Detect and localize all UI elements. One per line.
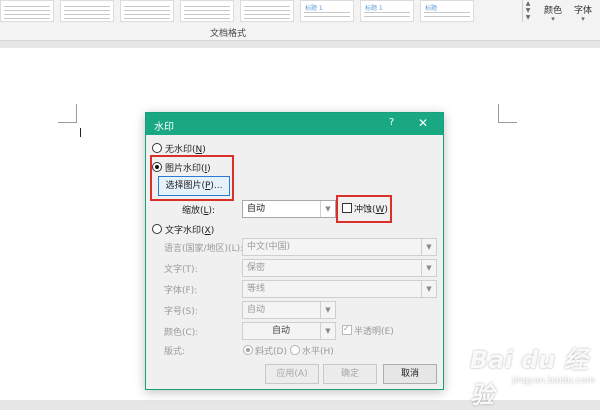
style-thumbnail[interactable]: 标题 1 [360, 0, 414, 22]
scale-label: 缩放(L): [182, 206, 216, 216]
color-dropdown[interactable]: 自动 ▼ [242, 322, 336, 340]
style-thumbnail[interactable] [240, 0, 294, 22]
chevron-down-icon: ▼ [320, 201, 335, 217]
crop-mark [58, 104, 77, 123]
chevron-down-icon: ▼ [421, 260, 436, 276]
style-thumbnail[interactable] [180, 0, 234, 22]
ribbon: 标题 1 标题 1 标题 ▲ ▼ ▼ 颜色 ▾ 字体 ▾ 文档格式 [0, 0, 600, 41]
chevron-down-icon: ▾ [581, 15, 585, 23]
chevron-down-icon: ▼ [421, 281, 436, 297]
colors-button[interactable]: 颜色 ▾ [538, 0, 568, 24]
chevron-down-icon: ▼ [421, 239, 436, 255]
layout-label: 版式: [164, 347, 186, 357]
watermark-dialog: 水印 ? ✕ 无水印(N) 图片水印(I) 选择图片(P)... 缩放(L): … [145, 112, 444, 390]
style-thumbnail[interactable] [120, 0, 174, 22]
cancel-button[interactable]: 取消 [383, 364, 437, 384]
chevron-up-icon: ▲ [525, 0, 531, 7]
help-icon[interactable]: ? [389, 117, 394, 128]
semi-transparent-label: 半透明(E) [354, 327, 394, 337]
style-thumbnail-heading: 标题 1 [305, 5, 323, 12]
horizontal-label: 水平(H) [302, 347, 334, 357]
diagonal-label: 斜式(D) [255, 347, 287, 357]
washout-label[interactable]: 冲蚀(W) [354, 202, 388, 215]
text-watermark-label[interactable]: 文字水印(X) [165, 223, 214, 236]
ok-button[interactable]: 确定 [323, 364, 377, 384]
chevron-down-icon: ▼ [320, 302, 335, 318]
size-value: 自动 [247, 305, 266, 315]
size-label: 字号(S): [164, 307, 198, 317]
color-label: 颜色(C): [164, 328, 199, 338]
style-thumbnail[interactable] [60, 0, 114, 22]
style-thumbnail[interactable]: 标题 [420, 0, 474, 22]
style-thumbnail[interactable] [0, 0, 54, 22]
text-label: 文字(T): [164, 265, 198, 275]
language-value: 中文(中国) [247, 242, 291, 252]
no-watermark-label[interactable]: 无水印(N) [165, 142, 206, 155]
apply-button[interactable]: 应用(A) [265, 364, 319, 384]
horizontal-radio[interactable] [290, 345, 300, 355]
style-thumbnail[interactable]: 标题 1 [300, 0, 354, 22]
style-thumbnail-heading: 标题 1 [365, 5, 383, 12]
font-value: 等线 [247, 284, 266, 294]
fonts-button[interactable]: 字体 ▾ [568, 0, 598, 24]
chevron-down-icon: ▼ [525, 7, 531, 14]
chevron-down-icon: ▼ [320, 323, 335, 339]
language-dropdown[interactable]: 中文(中国) ▼ [242, 238, 437, 256]
dialog-titlebar[interactable]: 水印 ? ✕ [146, 113, 443, 135]
scale-dropdown[interactable]: 自动 ▼ [242, 200, 336, 218]
gallery-scroll[interactable]: ▲ ▼ ▼ [522, 0, 533, 22]
crop-mark [498, 104, 517, 123]
size-dropdown[interactable]: 自动 ▼ [242, 301, 336, 319]
style-gallery: 标题 1 标题 1 标题 [0, 0, 520, 22]
baidu-jingyan-watermark: Bai du 经验 jingyan.baidu.com [470, 340, 596, 409]
washout-checkbox[interactable] [342, 203, 352, 213]
color-value: 自动 [271, 326, 290, 336]
chevron-down-icon: ▾ [551, 15, 555, 23]
language-label: 语言(国家/地区)(L): [164, 244, 244, 254]
more-icon: ▼ [525, 14, 531, 21]
style-thumbnail-heading: 标题 [425, 5, 438, 12]
semi-transparent-checkbox[interactable]: ✓ [342, 324, 352, 335]
diagonal-radio[interactable] [243, 345, 253, 355]
highlight-box-picture [150, 155, 234, 201]
text-cursor [80, 128, 81, 137]
checkmark-icon: ✓ [343, 324, 350, 333]
dialog-title: 水印 [154, 122, 174, 133]
text-value: 保密 [247, 263, 266, 273]
close-icon[interactable]: ✕ [418, 116, 428, 130]
text-watermark-radio[interactable] [152, 224, 162, 234]
group-label-document-formatting: 文档格式 [210, 29, 247, 39]
no-watermark-radio[interactable] [152, 143, 162, 153]
scale-value: 自动 [247, 204, 266, 214]
font-label: 字体(F): [164, 286, 198, 296]
text-combobox[interactable]: 保密 ▼ [242, 259, 437, 277]
font-dropdown[interactable]: 等线 ▼ [242, 280, 437, 298]
watermark-url: jingyan.baidu.com [512, 376, 596, 386]
